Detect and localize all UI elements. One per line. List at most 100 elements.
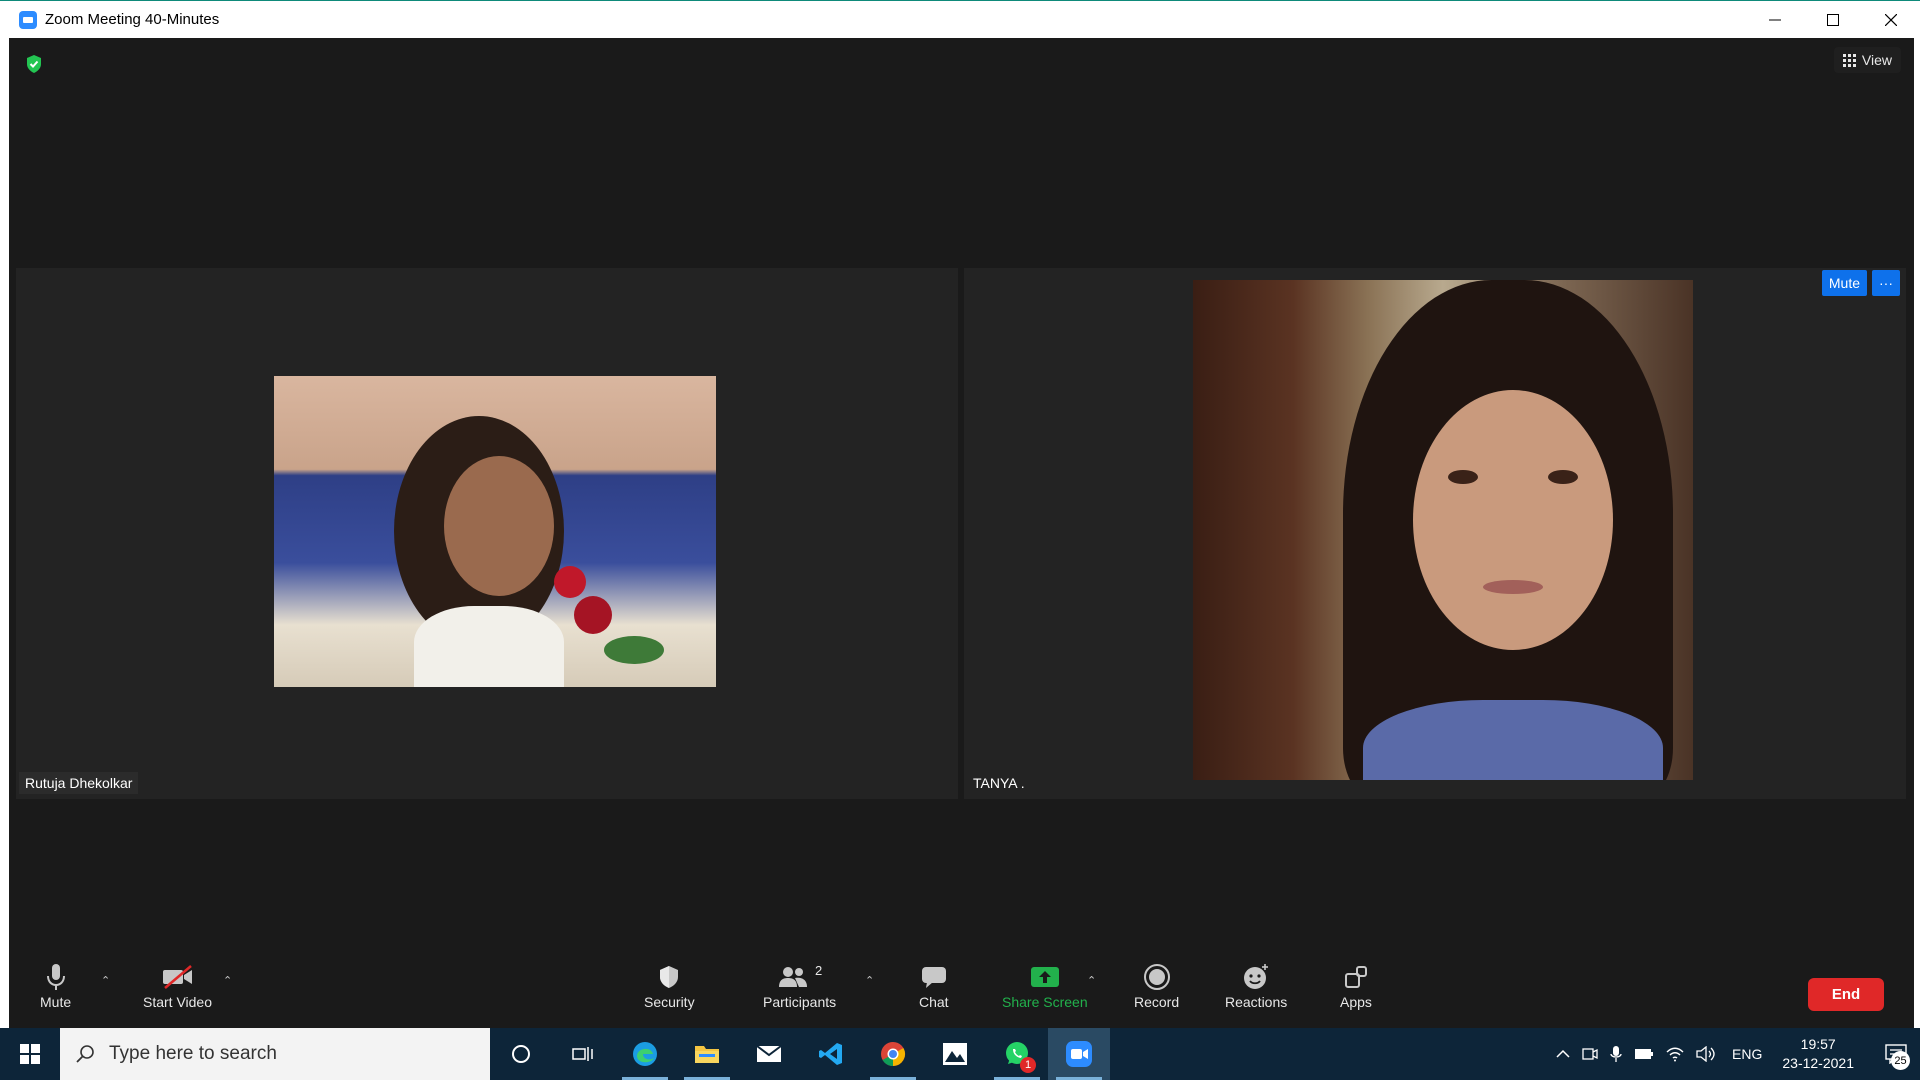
video-feed [1193, 280, 1693, 780]
grid-icon [1842, 53, 1856, 67]
video-options-caret[interactable]: ⌃ [223, 974, 232, 987]
participants-label: Participants [763, 994, 837, 1010]
zoom-icon [1066, 1041, 1092, 1067]
microphone-tray-icon [1610, 1046, 1622, 1062]
speaker-icon [1696, 1046, 1715, 1062]
minimize-button[interactable] [1746, 1, 1804, 39]
apps-icon [1344, 966, 1367, 988]
action-center-button[interactable]: 25 [1872, 1028, 1920, 1080]
share-screen-button[interactable]: Share Screen [1002, 960, 1088, 1010]
window-titlebar: Zoom Meeting 40-Minutes [0, 0, 1920, 38]
window-title: Zoom Meeting 40-Minutes [45, 11, 220, 28]
record-icon [1143, 964, 1170, 990]
record-label: Record [1134, 994, 1180, 1010]
chat-button[interactable]: Chat [919, 960, 949, 1010]
participant-more-button[interactable]: ··· [1872, 270, 1900, 296]
task-view-icon [572, 1047, 593, 1061]
mail-taskbar-button[interactable] [738, 1028, 800, 1080]
vscode-icon [819, 1043, 842, 1065]
system-tray: ENG 19:57 23-12-2021 25 [1550, 1028, 1920, 1080]
participants-button[interactable]: 2 Participants [763, 960, 837, 1011]
edge-icon [633, 1042, 657, 1066]
record-button[interactable]: Record [1134, 960, 1179, 1010]
share-screen-icon [1030, 967, 1059, 987]
battery-icon [1635, 1049, 1654, 1059]
apps-label: Apps [1340, 994, 1372, 1010]
clock-date: 23-12-2021 [1782, 1055, 1854, 1071]
show-hidden-icons-button[interactable] [1550, 1049, 1576, 1059]
participant-mute-button[interactable]: Mute [1821, 270, 1867, 296]
microphone-tray-button[interactable] [1604, 1045, 1628, 1063]
encryption-shield-icon[interactable] [25, 54, 43, 79]
maximize-button[interactable] [1804, 1, 1862, 39]
vscode-taskbar-button[interactable] [800, 1028, 862, 1080]
cortana-circle-icon [512, 1045, 530, 1063]
apps-button[interactable]: Apps [1340, 960, 1372, 1010]
windows-logo-icon [20, 1044, 40, 1064]
video-off-icon [162, 965, 192, 989]
reactions-label: Reactions [1225, 994, 1288, 1010]
meeting-toolbar: Mute ⌃ Start Video ⌃ Security 2 Particip… [9, 960, 1914, 1028]
taskbar-clock[interactable]: 19:57 23-12-2021 [1772, 1035, 1872, 1073]
security-button[interactable]: Security [644, 960, 695, 1010]
meet-now-button[interactable] [1576, 1046, 1604, 1062]
zoom-app-icon [19, 10, 37, 29]
window-border-left [0, 38, 9, 1028]
edge-browser-taskbar-button[interactable] [614, 1028, 676, 1080]
view-button[interactable]: View [1833, 47, 1901, 73]
participants-options-caret[interactable]: ⌃ [865, 974, 874, 987]
participants-icon [778, 967, 807, 987]
volume-tray-button[interactable] [1690, 1046, 1722, 1062]
whatsapp-unread-badge: 1 [1020, 1057, 1036, 1073]
notification-count-badge: 25 [1891, 1051, 1910, 1070]
whatsapp-taskbar-button[interactable]: 1 [986, 1028, 1048, 1080]
microphone-icon [46, 964, 65, 990]
wifi-tray-button[interactable] [1660, 1046, 1690, 1062]
window-border-right [1914, 38, 1920, 1028]
battery-tray-button[interactable] [1628, 1048, 1660, 1060]
participants-count: 2 [814, 962, 823, 978]
taskbar-search-box[interactable]: Type here to search [60, 1028, 490, 1080]
mute-button[interactable]: Mute [40, 960, 71, 1010]
task-view-button[interactable] [552, 1028, 614, 1080]
participant-name: Rutuja Dhekolkar [19, 772, 139, 794]
photos-icon [943, 1043, 967, 1065]
participant-name: TANYA . [973, 775, 1025, 791]
chrome-icon [881, 1042, 906, 1066]
start-video-label: Start Video [143, 994, 213, 1010]
audio-options-caret[interactable]: ⌃ [101, 974, 110, 987]
windows-taskbar: Type here to search 1 ENG 19:57 23-12-20… [0, 1028, 1920, 1080]
meeting-stage: View Rutuja Dhekolkar Mute ··· TANYA . [9, 38, 1914, 1028]
cortana-button[interactable] [490, 1028, 552, 1080]
start-video-button[interactable]: Start Video [143, 960, 212, 1010]
smiley-icon [1244, 964, 1269, 989]
reactions-button[interactable]: Reactions [1225, 960, 1287, 1010]
chrome-taskbar-button[interactable] [862, 1028, 924, 1080]
chat-label: Chat [919, 994, 949, 1010]
chevron-up-icon [1556, 1049, 1570, 1058]
profile-picture [274, 376, 716, 687]
security-label: Security [644, 994, 695, 1010]
start-button[interactable] [0, 1028, 60, 1080]
wifi-icon [1666, 1047, 1684, 1062]
search-icon [76, 1045, 94, 1063]
camera-tray-icon [1582, 1048, 1598, 1060]
mute-label: Mute [40, 994, 72, 1010]
clock-time: 19:57 [1800, 1036, 1836, 1052]
zoom-taskbar-button[interactable] [1048, 1028, 1110, 1080]
participant-tile-rutuja[interactable]: Rutuja Dhekolkar [16, 268, 958, 799]
file-explorer-taskbar-button[interactable] [676, 1028, 738, 1080]
end-meeting-button[interactable]: End [1808, 978, 1884, 1011]
close-button[interactable] [1862, 1, 1920, 39]
share-screen-label: Share Screen [1002, 994, 1088, 1010]
participant-tile-tanya[interactable]: Mute ··· TANYA . [964, 268, 1906, 799]
search-placeholder: Type here to search [109, 1043, 277, 1064]
input-language-indicator[interactable]: ENG [1722, 1046, 1772, 1062]
share-options-caret[interactable]: ⌃ [1087, 974, 1096, 987]
folder-icon [695, 1046, 719, 1063]
chat-bubble-icon [921, 967, 946, 988]
mail-icon [756, 1045, 782, 1062]
view-label: View [1861, 52, 1892, 68]
security-shield-icon [660, 966, 679, 988]
photos-taskbar-button[interactable] [924, 1028, 986, 1080]
